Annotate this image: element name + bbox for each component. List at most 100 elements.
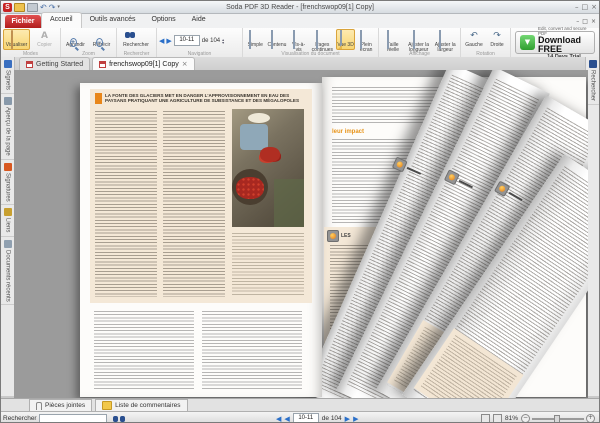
zoom-out-icon[interactable]: − [521,414,530,423]
prev-page-icon[interactable]: ◀ [159,37,164,45]
sidebar-tab-documents-recents[interactable]: Documents récents [1,237,14,306]
ribbon-tab-row: Fichier Accueil Outils avancés Options A… [1,14,599,29]
link-icon [4,208,12,216]
retrecir-button[interactable]: − Rétrécir [89,29,114,50]
visualiser-button[interactable]: Visualiser [3,29,30,50]
group-rotation: ↶ Gauche ↷ Droite Rotation [461,28,511,57]
rotate-left-icon: ↶ [468,31,480,42]
page-count-label: de 104 [202,38,220,44]
fichier-button[interactable]: Fichier [5,15,41,28]
close-button[interactable]: × [591,3,597,12]
doc-tab-getting-started[interactable]: Getting Started [19,57,90,70]
rechercher-button[interactable]: Rechercher [119,29,153,50]
hand-icon [11,30,13,49]
doc-tab-frenchswop[interactable]: frenchswop09[1] Copy × [92,57,195,70]
maximize-button[interactable]: □ [582,3,589,12]
sidebar-tab-signets[interactable]: Signets [1,57,14,94]
document-canvas[interactable]: climatiques leur impact LES [14,70,588,398]
fit-width-icon [439,30,441,49]
tab-accueil[interactable]: Accueil [41,12,82,28]
text-block [202,311,302,389]
headline-marker [95,93,102,104]
rotation-gauche-button[interactable]: ↶ Gauche [463,29,485,50]
text-block [94,311,194,389]
recent-documents-icon [4,240,12,248]
tab-options[interactable]: Options [144,13,184,28]
signature-icon [4,163,12,171]
sidebar-tab-liens[interactable]: Liens [1,205,14,236]
tab-aide[interactable]: Aide [184,13,214,28]
copier-button[interactable]: A Copier [31,29,58,50]
prev-page-icon[interactable]: ◀ [284,415,289,423]
document-tab-bar: Getting Started frenchswop09[1] Copy × [14,57,586,71]
search-input[interactable] [39,414,107,423]
next-page-icon[interactable]: ▶ [345,415,350,423]
tab-outils-avances[interactable]: Outils avancés [82,13,144,28]
bookmark-icon [4,60,12,68]
status-page-count: de 104 [322,415,342,422]
facing-pages-icon [293,30,295,49]
group-zoom: + Agrandir − Rétrécir Zoom [61,28,117,57]
window-title: Soda PDF 3D Reader - [frenchswop09[1] Co… [1,4,599,11]
fit-width-icon[interactable] [493,414,502,423]
photo-caption [232,233,304,295]
zoom-in-icon: + [70,38,77,47]
next-page-icon[interactable]: ▶ [166,37,171,45]
tab-close-icon[interactable]: × [182,60,188,68]
copy-text-icon: A [39,31,51,42]
doc-restore-button[interactable]: □ [582,18,588,25]
ribbon: Visualiser A Copier Modes + Agrandir − R… [1,28,599,58]
search-label: Rechercher [3,415,37,422]
agrandir-button[interactable]: + Agrandir [63,29,88,50]
doc-close-button[interactable]: × [591,18,596,25]
page-thumbnails-icon [4,97,12,105]
info-icon [327,230,339,242]
vue-simple-button[interactable]: Simple [245,29,265,50]
left-sidebar: Signets Aperçu de la page Signatures Lie… [1,57,15,396]
article-headline: LA FONTE DES GLACIERS MET EN DANGER L'AP… [105,93,304,104]
sidebar-tab-apercu[interactable]: Aperçu de la page [1,94,14,160]
text-block [163,111,225,297]
zoom-in-icon[interactable]: + [586,414,595,423]
status-page-navigation: ◀ ◀ 10-11 de 104 ▶ ▶ [276,413,358,423]
fullscreen-icon [360,30,362,49]
fit-page-icon[interactable] [481,414,490,423]
actual-size-icon [387,30,389,49]
status-page-input[interactable]: 10-11 [293,413,319,423]
book-page-left[interactable]: LA FONTE DES GLACIERS MET EN DANGER L'AP… [80,83,322,397]
last-page-icon[interactable]: ▶ [353,415,358,423]
vue-contenu-button[interactable]: Contenu [266,29,287,50]
vue-3d-button[interactable]: Vue 3D [336,29,356,50]
rotate-right-icon: ↷ [491,31,503,42]
group-navigation: ◀ ▶ 10-11 de 104 ▴ ▾ Navigation [157,28,243,57]
spin-down-icon[interactable]: ▾ [222,41,224,44]
comment-icon [102,401,112,410]
article-feature-box: LA FONTE DES GLACIERS MET EN DANGER L'AP… [90,89,312,303]
download-free-button[interactable]: ▼ Edit, convert and secure PDF Download … [515,31,595,54]
status-bar: Rechercher ◀ ◀ 10-11 de 104 ▶ ▶ 81% − + [1,411,599,423]
minimize-button[interactable]: – [575,3,579,12]
text-block [95,111,157,297]
zoom-out-icon: − [96,38,103,47]
group-rechercher: Rechercher Rechercher [117,28,157,57]
content-view-icon [271,30,273,49]
pdf-file-icon [26,61,33,68]
doc-minimize-button[interactable]: – [576,18,579,25]
article-photo [232,109,304,227]
view-3d-icon [340,30,342,49]
section-heading: leur impact [332,129,364,135]
group-visualisation: Simple Contenu Vis-à-vis Pages continues… [243,28,379,57]
pdf-file-icon [99,61,106,68]
page-number-input[interactable]: 10-11 [174,35,200,46]
zoom-slider[interactable]: − + [521,414,595,423]
zoom-slider-thumb[interactable] [554,415,560,423]
download-arrow-icon: ▼ [520,35,535,50]
first-page-icon[interactable]: ◀ [276,415,281,423]
group-affichage: Taille réelle Ajuster la longueur Ajuste… [379,28,461,57]
search-binoculars-icon[interactable] [113,415,125,423]
single-page-icon [249,30,251,49]
search-binoculars-icon [589,60,597,68]
rotation-droite-button[interactable]: ↷ Droite [486,29,508,50]
sidebar-tab-signatures[interactable]: Signatures [1,160,14,206]
soda-pdf-window: S ↶ ↷ ▾ Soda PDF 3D Reader - [frenchswop… [0,0,600,423]
